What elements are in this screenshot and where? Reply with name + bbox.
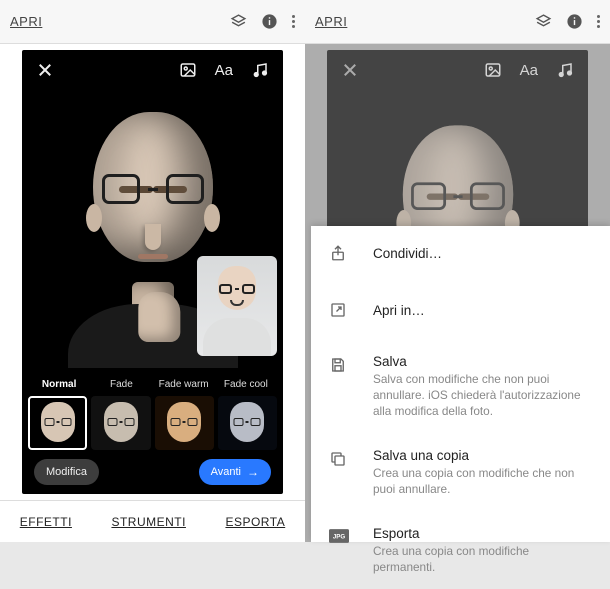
sheet-open-in-label: Apri in… xyxy=(373,303,592,318)
tab-effects[interactable]: EFFETTI xyxy=(20,515,72,529)
sheet-save-copy-title: Salva una copia xyxy=(373,448,592,463)
save-icon xyxy=(329,356,349,379)
svg-text:JPG: JPG xyxy=(333,533,346,540)
sheet-save[interactable]: Salva Salva con modifiche che non puoi a… xyxy=(311,340,610,434)
photo-canvas[interactable] xyxy=(22,94,283,368)
filter-strip: Normal Fade Fade warm Fade cool xyxy=(22,375,283,450)
filter-thumb-fade-cool[interactable] xyxy=(218,396,277,450)
layers-icon[interactable] xyxy=(230,13,247,30)
arrow-right-icon: → xyxy=(247,465,259,479)
sheet-save-copy[interactable]: Salva una copia Crea una copia con modif… xyxy=(311,434,610,512)
filter-label-normal: Normal xyxy=(28,375,90,396)
filter-thumb-normal[interactable] xyxy=(28,396,87,450)
tab-export[interactable]: ESPORTA xyxy=(225,515,285,529)
jpg-icon: JPG xyxy=(329,528,349,549)
image-icon[interactable] xyxy=(179,61,197,79)
sheet-share[interactable]: Condividi… xyxy=(311,226,610,283)
close-icon xyxy=(341,61,359,79)
modify-button[interactable]: Modifica xyxy=(34,459,99,485)
copy-icon xyxy=(329,450,349,473)
sheet-open-in[interactable]: Apri in… xyxy=(311,283,610,340)
sheet-export-title: Esporta xyxy=(373,526,592,541)
open-button[interactable]: APRI xyxy=(315,14,347,29)
export-sheet: Condividi… Apri in… Salva Salva con modi… xyxy=(311,226,610,542)
info-icon[interactable] xyxy=(261,13,278,30)
app-bar: APRI xyxy=(0,0,305,44)
open-button[interactable]: APRI xyxy=(10,14,42,29)
tab-tools[interactable]: STRUMENTI xyxy=(111,515,186,529)
sheet-save-title: Salva xyxy=(373,354,592,369)
close-icon[interactable] xyxy=(36,61,54,79)
next-button[interactable]: Avanti → xyxy=(199,459,271,485)
more-icon[interactable] xyxy=(292,15,295,28)
music-icon xyxy=(556,61,574,79)
filter-label-fade-cool: Fade cool xyxy=(215,375,277,396)
text-icon: Aa xyxy=(520,62,538,79)
sheet-save-copy-desc: Crea una copia con modifiche che non puo… xyxy=(373,466,592,498)
filter-label-fade-warm: Fade warm xyxy=(153,375,215,396)
info-icon[interactable] xyxy=(566,13,583,30)
more-icon[interactable] xyxy=(597,15,600,28)
filter-thumb-fade[interactable] xyxy=(91,396,150,450)
filter-thumb-fade-warm[interactable] xyxy=(155,396,214,450)
footer-tabs: EFFETTI STRUMENTI ESPORTA xyxy=(0,500,305,542)
next-button-label: Avanti xyxy=(211,466,241,478)
sheet-export-desc: Crea una copia con modifiche permanenti. xyxy=(373,544,592,576)
app-bar: APRI xyxy=(305,0,610,44)
sheet-share-label: Condividi… xyxy=(373,246,592,261)
music-icon[interactable] xyxy=(251,61,269,79)
share-icon xyxy=(329,244,349,267)
sheet-export[interactable]: JPG Esporta Crea una copia con modifiche… xyxy=(311,512,610,589)
editor-panel: Aa xyxy=(22,50,283,494)
sheet-save-desc: Salva con modifiche che non puoi annulla… xyxy=(373,372,592,420)
image-icon xyxy=(484,61,502,79)
layers-icon[interactable] xyxy=(535,13,552,30)
text-icon[interactable]: Aa xyxy=(215,62,233,79)
open-in-icon xyxy=(329,301,349,324)
picture-in-picture[interactable] xyxy=(197,256,277,356)
filter-label-fade: Fade xyxy=(90,375,152,396)
